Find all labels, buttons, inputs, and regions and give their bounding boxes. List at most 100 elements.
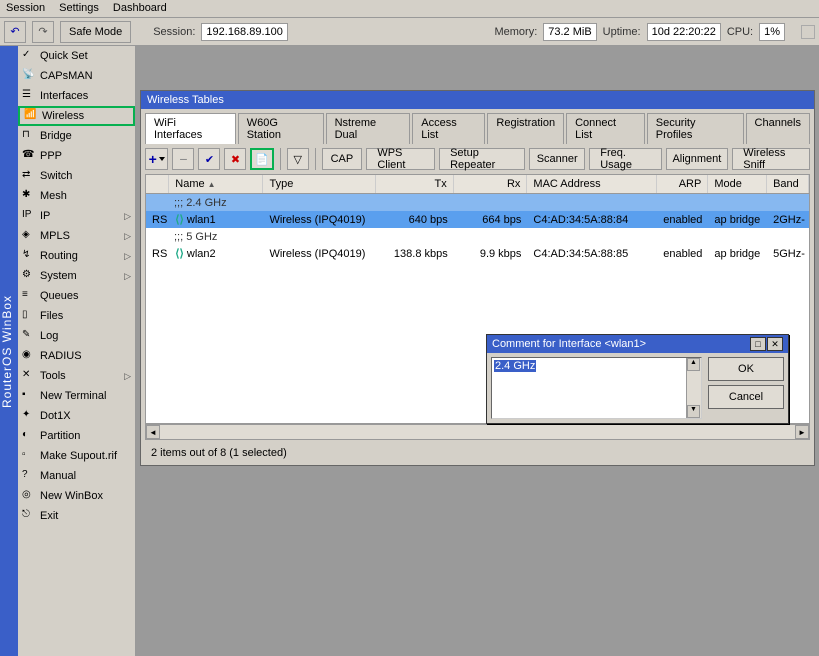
alignment-button[interactable]: Alignment xyxy=(666,148,729,170)
disable-button[interactable]: ✖ xyxy=(224,148,246,170)
sidebar-item-ip[interactable]: IPIP▷ xyxy=(18,206,135,226)
wireless-sniffer-button[interactable]: Wireless Sniff xyxy=(732,148,810,170)
sidebar-item-label: Tools xyxy=(40,370,66,382)
cancel-button[interactable]: Cancel xyxy=(708,385,784,409)
remove-button[interactable]: − xyxy=(172,148,194,170)
table-group-row[interactable]: ;;; 5 GHz xyxy=(146,228,809,245)
textarea-scrollbar[interactable]: ▲ ▼ xyxy=(686,358,701,418)
sidebar-item-capsman[interactable]: 📡CAPsMAN xyxy=(18,66,135,86)
sidebar-item-radius[interactable]: ◉RADIUS xyxy=(18,346,135,366)
chevron-right-icon: ▷ xyxy=(124,251,131,262)
column-header[interactable]: Type xyxy=(263,175,376,193)
sidebar-icon: ◐ xyxy=(22,429,36,443)
table-row[interactable]: RS⟨⟩ wlan2Wireless (IPQ4019)138.8 kbps9.… xyxy=(146,245,809,262)
tab-connect-list[interactable]: Connect List xyxy=(566,113,645,144)
sidebar-item-label: Queues xyxy=(40,290,79,302)
column-header[interactable]: Rx xyxy=(454,175,528,193)
scroll-left-icon[interactable]: ◄ xyxy=(146,425,160,439)
column-header[interactable]: MAC Address xyxy=(527,175,657,193)
dialog-close-button[interactable]: ✕ xyxy=(767,337,783,351)
sidebar-item-interfaces[interactable]: ☰Interfaces xyxy=(18,86,135,106)
sidebar-item-wireless[interactable]: 📶Wireless xyxy=(18,106,135,126)
tab-registration[interactable]: Registration xyxy=(487,113,564,144)
session-address: 192.168.89.100 xyxy=(201,23,287,41)
sidebar-item-bridge[interactable]: ⊓Bridge xyxy=(18,126,135,146)
ok-button[interactable]: OK xyxy=(708,357,784,381)
tab-nstreme-dual[interactable]: Nstreme Dual xyxy=(326,113,411,144)
sidebar-item-mpls[interactable]: ◈MPLS▷ xyxy=(18,226,135,246)
menu-dashboard[interactable]: Dashboard xyxy=(113,2,167,15)
session-label: Session: xyxy=(153,26,195,38)
filter-button[interactable]: ▽ xyxy=(287,148,309,170)
window-title: Wireless Tables xyxy=(141,91,814,109)
column-header[interactable]: ARP xyxy=(657,175,708,193)
sidebar-item-make-supout-rif[interactable]: ▫Make Supout.rif xyxy=(18,446,135,466)
sidebar-item-label: Routing xyxy=(40,250,78,262)
sidebar-icon: ✕ xyxy=(22,369,36,383)
sidebar-item-new-terminal[interactable]: ▪New Terminal xyxy=(18,386,135,406)
sidebar-item-label: Log xyxy=(40,330,58,342)
menu-settings[interactable]: Settings xyxy=(59,2,99,15)
sidebar-item-partition[interactable]: ◐Partition xyxy=(18,426,135,446)
cap-button[interactable]: CAP xyxy=(322,148,363,170)
sidebar-icon: ▪ xyxy=(22,389,36,403)
sidebar-item-label: Manual xyxy=(40,470,76,482)
sidebar-item-exit[interactable]: ⎋Exit xyxy=(18,506,135,526)
sidebar-icon: ⎋ xyxy=(22,509,36,523)
sidebar-item-label: Quick Set xyxy=(40,50,88,62)
sidebar-item-dot1x[interactable]: ✦Dot1X xyxy=(18,406,135,426)
column-header[interactable] xyxy=(146,175,169,193)
sidebar-item-tools[interactable]: ✕ Tools ▷ xyxy=(18,366,135,386)
sidebar-item-system[interactable]: ⚙System▷ xyxy=(18,266,135,286)
sidebar-item-routing[interactable]: ↯Routing▷ xyxy=(18,246,135,266)
sidebar-icon: ◎ xyxy=(22,489,36,503)
redo-button[interactable]: ↷ xyxy=(32,21,54,43)
chevron-right-icon: ▷ xyxy=(124,371,131,382)
chevron-right-icon: ▷ xyxy=(124,211,131,222)
sidebar-item-log[interactable]: ✎Log xyxy=(18,326,135,346)
sidebar-item-label: Mesh xyxy=(40,190,67,202)
column-header[interactable]: Band xyxy=(767,175,809,193)
sidebar-icon: ◈ xyxy=(22,229,36,243)
sidebar-item-manual[interactable]: ?Manual xyxy=(18,466,135,486)
safe-mode-button[interactable]: Safe Mode xyxy=(60,21,131,43)
column-header[interactable]: Name xyxy=(169,175,263,193)
scanner-button[interactable]: Scanner xyxy=(529,148,585,170)
column-header[interactable]: Mode xyxy=(708,175,767,193)
comment-textarea[interactable]: 2.4 GHz ▲ ▼ xyxy=(491,357,702,419)
sidebar-item-new-winbox[interactable]: ◎New WinBox xyxy=(18,486,135,506)
tab-channels[interactable]: Channels xyxy=(746,113,810,144)
menu-session[interactable]: Session xyxy=(6,2,45,15)
undo-button[interactable]: ↶ xyxy=(4,21,26,43)
tab-wifi-interfaces[interactable]: WiFi Interfaces xyxy=(145,113,236,144)
sidebar-item-quick-set[interactable]: ✓Quick Set xyxy=(18,46,135,66)
enable-button[interactable]: ✔ xyxy=(198,148,220,170)
sidebar-item-ppp[interactable]: ☎PPP xyxy=(18,146,135,166)
tab-access-list[interactable]: Access List xyxy=(412,113,485,144)
sidebar-icon: ⚙ xyxy=(22,269,36,283)
app-title: RouterOS WinBox xyxy=(0,46,18,656)
wps-client-button[interactable]: WPS Client xyxy=(366,148,435,170)
sidebar-icon: 📶 xyxy=(24,109,38,123)
sidebar-item-switch[interactable]: ⇄Switch xyxy=(18,166,135,186)
table-group-row[interactable]: ;;; 2.4 GHz xyxy=(146,194,809,211)
freq-usage-button[interactable]: Freq. Usage xyxy=(589,148,661,170)
dialog-maximize-button[interactable]: □ xyxy=(750,337,766,351)
scroll-right-icon[interactable]: ► xyxy=(795,425,809,439)
table-row[interactable]: RS⟨⟩ wlan1Wireless (IPQ4019)640 bps664 b… xyxy=(146,211,809,228)
scroll-up-icon[interactable]: ▲ xyxy=(687,358,700,371)
column-header[interactable]: Tx xyxy=(376,175,453,193)
scroll-down-icon[interactable]: ▼ xyxy=(687,405,700,418)
tab-w60g-station[interactable]: W60G Station xyxy=(238,113,324,144)
add-button[interactable]: + xyxy=(145,148,168,170)
sidebar-item-files[interactable]: ▯Files xyxy=(18,306,135,326)
tab-security-profiles[interactable]: Security Profiles xyxy=(647,113,744,144)
sidebar-item-mesh[interactable]: ✱Mesh xyxy=(18,186,135,206)
chevron-right-icon: ▷ xyxy=(124,271,131,282)
sidebar-item-queues[interactable]: ≡Queues xyxy=(18,286,135,306)
setup-repeater-button[interactable]: Setup Repeater xyxy=(439,148,525,170)
comment-button[interactable]: 📄 xyxy=(250,148,273,170)
sidebar-item-label: Dot1X xyxy=(40,410,71,422)
sidebar-item-label: MPLS xyxy=(40,230,70,242)
horizontal-scrollbar[interactable]: ◄ ► xyxy=(145,424,810,440)
